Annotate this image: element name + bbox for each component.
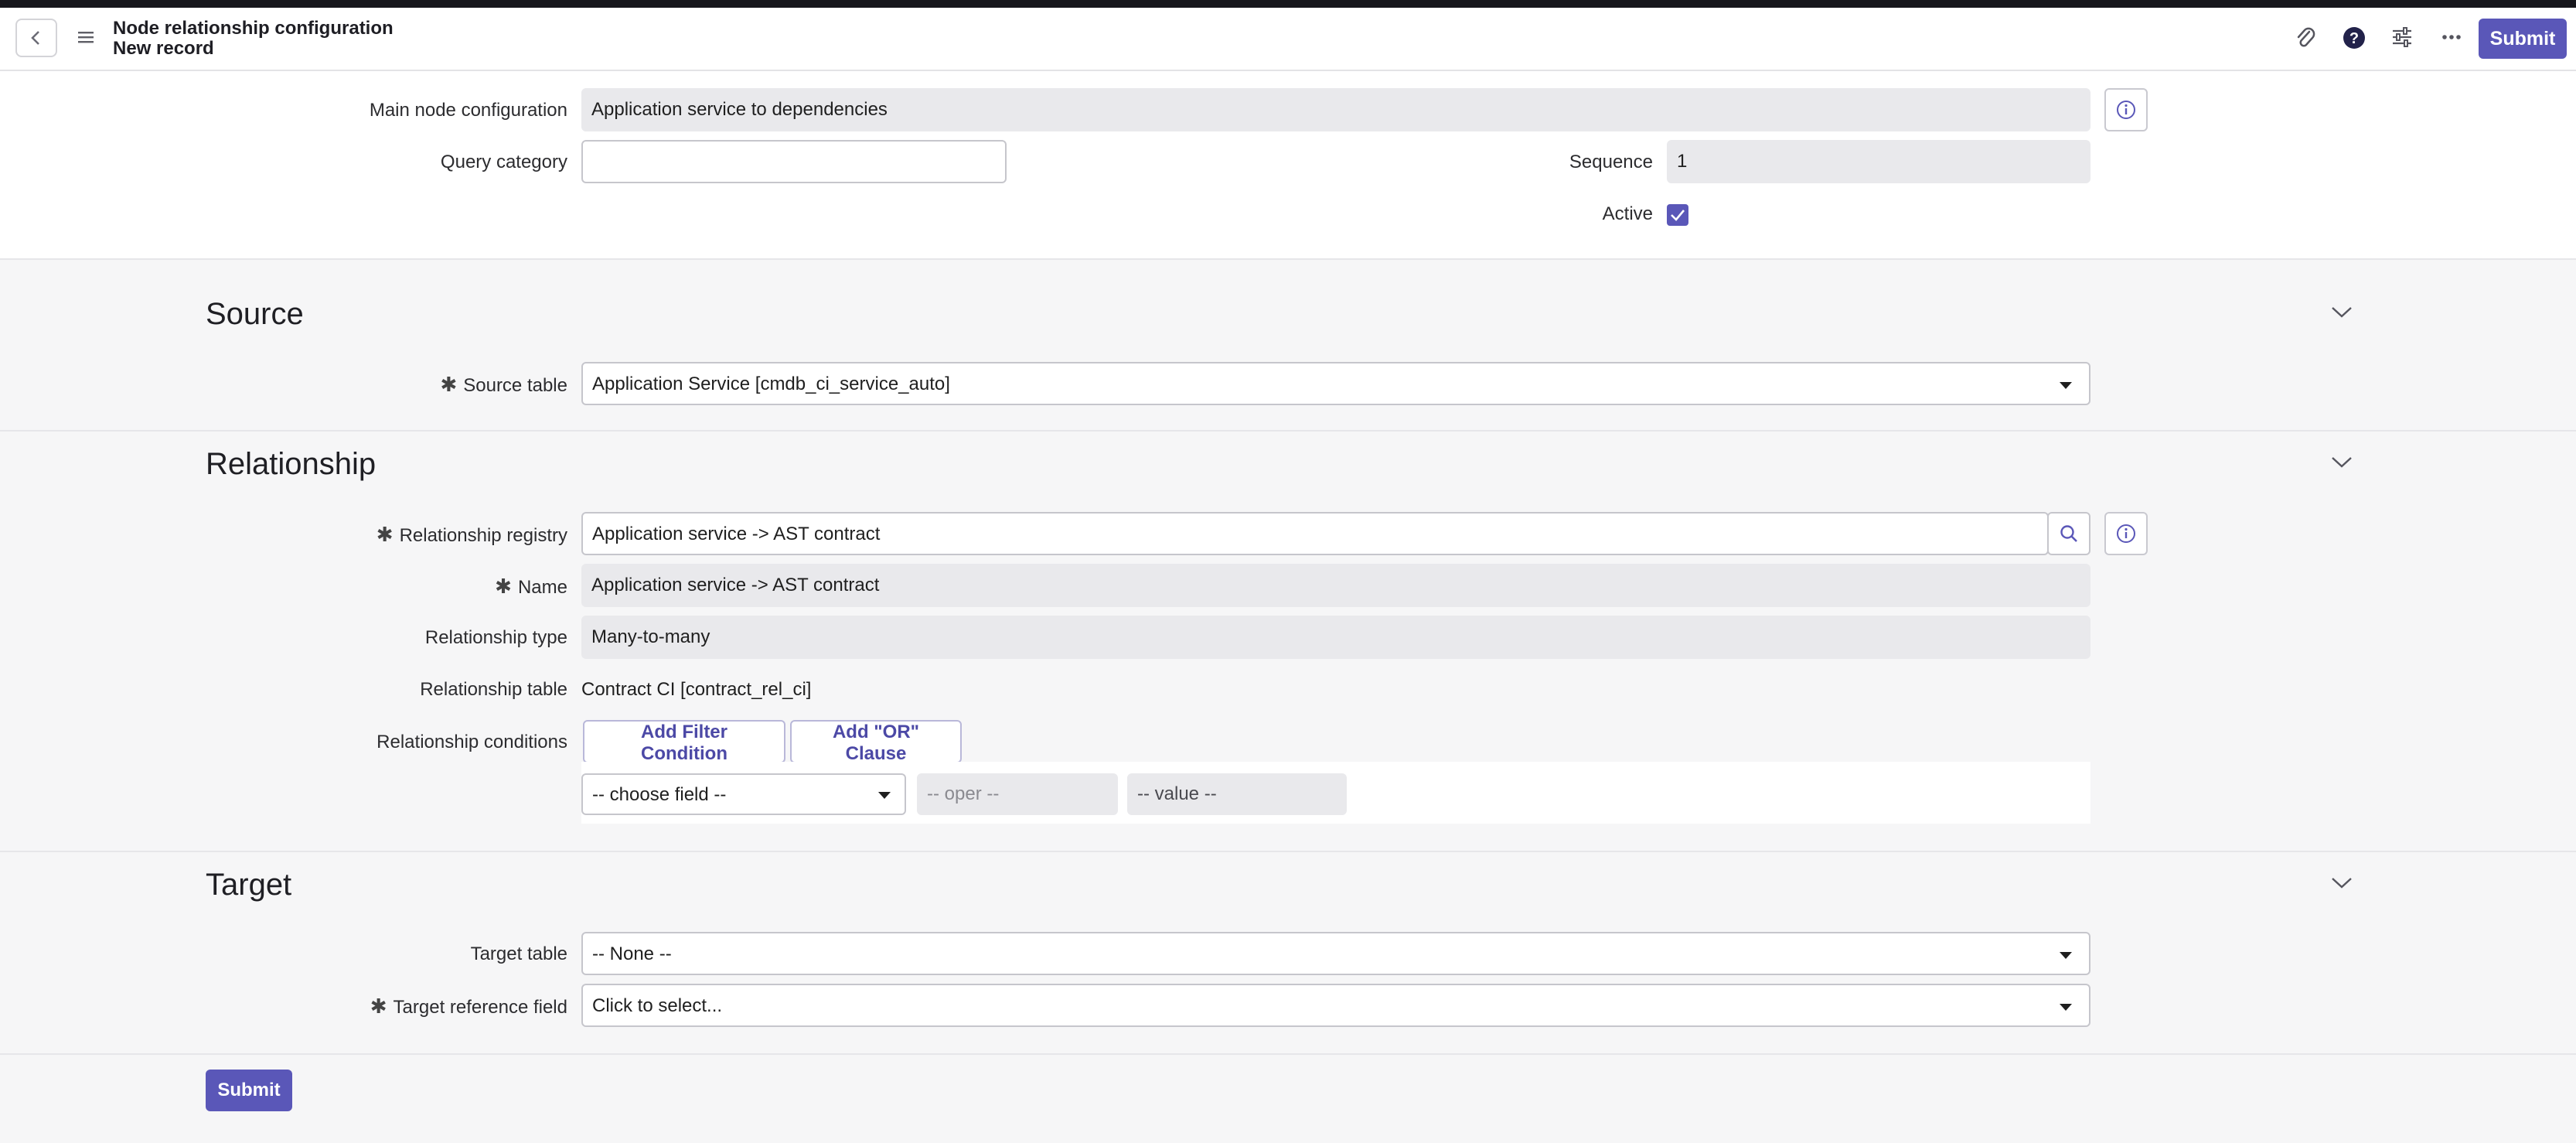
chevron-down-icon[interactable] — [2330, 455, 2353, 470]
target-table-select[interactable]: -- None -- — [581, 932, 2090, 975]
form-title: Node relationship configuration — [113, 18, 394, 39]
source-table-select[interactable]: Application Service [cmdb_ci_service_aut… — [581, 362, 2090, 405]
footer-section — [0, 1053, 2576, 1143]
target-reference-value: Click to select... — [592, 995, 723, 1016]
paperclip-icon[interactable] — [2295, 25, 2316, 51]
required-icon: ✱ — [440, 373, 458, 396]
back-icon — [31, 31, 39, 45]
relationship-registry-label: ✱ Relationship registry — [376, 523, 567, 546]
target-reference-field-label: ✱ Target reference field — [370, 995, 567, 1018]
back-button[interactable] — [15, 19, 57, 57]
relationship-type-label: Relationship type — [424, 627, 567, 648]
registry-search-button[interactable] — [2047, 512, 2090, 555]
value-input[interactable]: -- value -- — [1127, 773, 1347, 815]
dropdown-caret-icon — [2060, 382, 2072, 389]
checkmark-icon — [1671, 210, 1685, 221]
source-table-label: ✱ Source table — [440, 373, 567, 396]
main-node-label: Main node configuration — [369, 100, 567, 121]
query-category-label: Query category — [440, 152, 567, 172]
relationship-registry-input[interactable]: Application service -> AST contract — [581, 512, 2049, 555]
main-node-info-button[interactable] — [2104, 88, 2148, 131]
settings-sliders-icon[interactable] — [2390, 26, 2414, 48]
relationship-name-field: Application service -> AST contract — [581, 564, 2090, 607]
relationship-type-field: Many-to-many — [581, 616, 2090, 659]
relationship-table-label: Relationship table — [420, 679, 567, 700]
source-section-title: Source — [206, 297, 304, 331]
dropdown-caret-icon — [2060, 1004, 2072, 1011]
dropdown-caret-icon — [878, 792, 891, 799]
search-icon — [2060, 525, 2077, 542]
sequence-label: Sequence — [1569, 152, 1653, 172]
relationship-table-value: Contract CI [contract_rel_ci] — [581, 679, 812, 700]
more-icon[interactable] — [2441, 34, 2462, 40]
required-icon: ✱ — [376, 523, 394, 546]
operator-select[interactable]: -- oper -- — [917, 773, 1118, 815]
active-checkbox[interactable] — [1667, 204, 1688, 226]
form-subtitle: New record — [113, 38, 214, 59]
chevron-down-icon[interactable] — [2330, 305, 2353, 320]
header-title-block: Node relationship configuration New reco… — [113, 19, 394, 59]
submit-button-bottom[interactable]: Submit — [206, 1070, 292, 1111]
help-icon[interactable]: ? — [2343, 26, 2366, 49]
required-icon: ✱ — [370, 995, 387, 1018]
target-table-label: Target table — [470, 943, 567, 964]
target-table-value: -- None -- — [592, 943, 672, 964]
choose-field-select[interactable]: -- choose field -- — [581, 773, 906, 815]
add-or-clause-button[interactable]: Add "OR" Clause — [790, 720, 962, 764]
info-icon — [2117, 101, 2135, 119]
add-filter-condition-button[interactable]: Add Filter Condition — [583, 720, 785, 764]
chevron-down-icon[interactable] — [2330, 875, 2353, 891]
form-header: Node relationship configuration New reco… — [0, 8, 2576, 71]
main-node-field: Application service to dependencies — [581, 88, 2090, 131]
target-section-title: Target — [206, 868, 292, 902]
relationship-conditions-label: Relationship conditions — [377, 732, 567, 752]
svg-text:?: ? — [2349, 30, 2359, 47]
relationship-name-label: ✱ Name — [495, 575, 567, 598]
registry-info-button[interactable] — [2104, 512, 2148, 555]
required-icon: ✱ — [495, 575, 512, 598]
dropdown-caret-icon — [2060, 952, 2072, 959]
submit-button-top[interactable]: Submit — [2479, 19, 2567, 59]
relationship-section-title: Relationship — [206, 447, 377, 481]
menu-icon[interactable] — [77, 29, 94, 45]
info-icon — [2117, 524, 2135, 543]
active-label: Active — [1602, 203, 1653, 224]
source-table-value: Application Service [cmdb_ci_service_aut… — [592, 374, 950, 394]
target-reference-field-select[interactable]: Click to select... — [581, 984, 2090, 1027]
window-top-strip — [0, 0, 2576, 8]
choose-field-value: -- choose field -- — [592, 784, 727, 805]
sequence-field: 1 — [1667, 140, 2090, 183]
query-category-input[interactable] — [581, 140, 1007, 183]
